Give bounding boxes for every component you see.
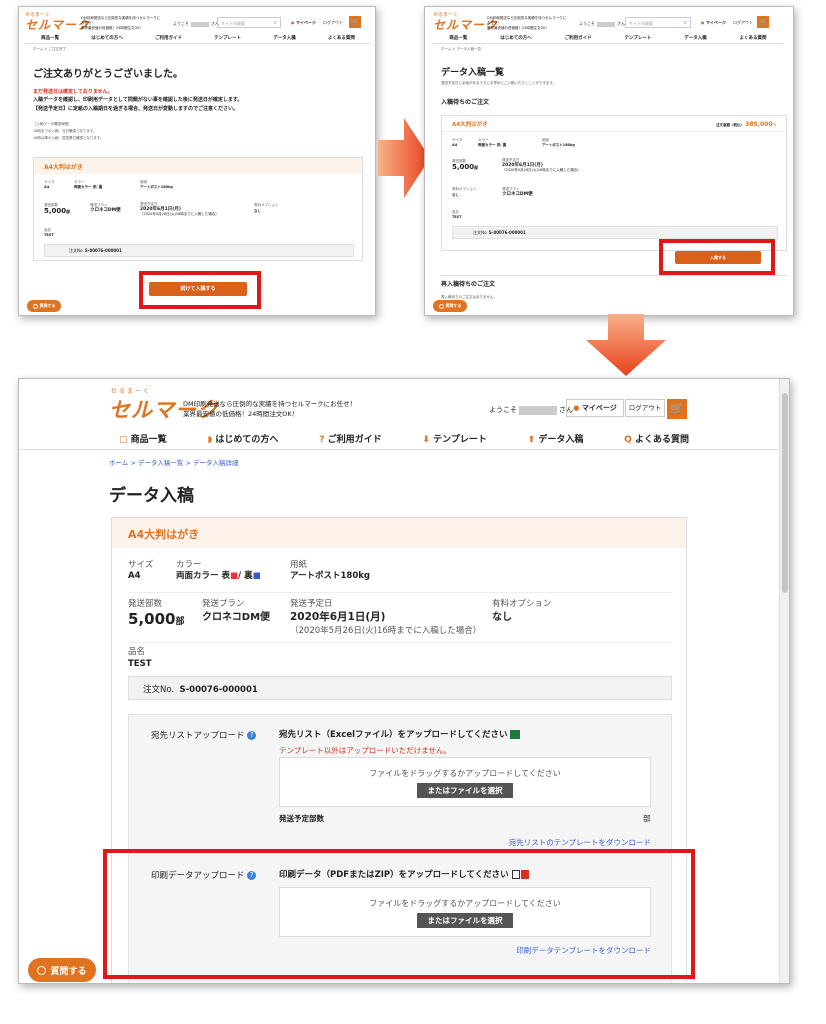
- screenshot-data-upload-detail: せるまーく セルマーク DM印刷発送なら圧倒的な実績を持つセルマークにお任せ！業…: [18, 378, 790, 984]
- section-pending: 入稿待ちのご注文: [441, 99, 490, 106]
- ask-button[interactable]: 質問する: [433, 300, 467, 312]
- logout-link[interactable]: ログアウト: [323, 20, 343, 26]
- header-tagline: DM印刷発送なら圧倒的な実績を持つセルマークにお任せ！ 業界最安値の低価格！24時…: [183, 400, 357, 418]
- screenshot-data-upload-list: せるまーく セルマーク DM印刷発送なら圧倒的な実績を持つセルマークにお任せ！業…: [424, 6, 794, 316]
- scrollbar[interactable]: [779, 379, 789, 983]
- nav-item-data-upload[interactable]: ⬆ データ入稿: [528, 432, 584, 445]
- search-input[interactable]: サイト内検索 ⌕: [217, 17, 281, 28]
- mypage-link[interactable]: ● マイページ: [701, 20, 726, 26]
- help-icon[interactable]: ?: [247, 731, 257, 740]
- ship-date-value: 2020年6月1日(月): [290, 611, 386, 623]
- notice-line-2: 【発送予定日】に定紙の入稿期日を過ぎる場合、発送日が変動しますのでご注意ください…: [33, 106, 239, 112]
- nav-item-data-upload[interactable]: データ入稿: [684, 35, 707, 41]
- nav-item-template[interactable]: ⬇ テンプレート: [422, 432, 486, 445]
- beginner-icon: ◗: [207, 435, 213, 445]
- nav-item-guide[interactable]: ? ご利用ガイド: [319, 432, 381, 445]
- user-icon: ●: [573, 404, 580, 412]
- cart-icon[interactable]: 🛒: [757, 16, 769, 28]
- nav-item-faq[interactable]: よくある質問: [328, 35, 355, 41]
- welcome-text: ようこそ さん: [489, 405, 573, 415]
- nav-item-faq[interactable]: Q よくある質問: [624, 432, 689, 445]
- nav-item-beginners[interactable]: はじめての方へ: [500, 35, 532, 41]
- highlight-box: [659, 239, 775, 275]
- nav-item-template[interactable]: テンプレート: [624, 35, 651, 41]
- order-number-row: 注文No. S-00076-000001: [128, 676, 672, 700]
- order-number-row: 注文No. S-00076-000001: [44, 244, 354, 257]
- scrollbar-thumb[interactable]: [782, 393, 788, 593]
- search-input[interactable]: サイト内検索 ⌕: [625, 17, 691, 28]
- paper-value: アートポスト180kg: [290, 571, 370, 581]
- ask-button[interactable]: 質問する: [27, 300, 61, 312]
- search-icon[interactable]: ⌕: [274, 19, 277, 27]
- qa-icon: Q: [624, 435, 632, 445]
- list-upload-warning: テンプレート以外はアップロードいただけません。: [279, 746, 452, 755]
- welcome-text: ようこそ さん: [173, 21, 219, 27]
- order-total: 注文金額（税込） 385,000円: [716, 121, 776, 128]
- nav-item-faq[interactable]: よくある質問: [740, 35, 767, 41]
- list-choose-file-button[interactable]: またはファイルを選択: [417, 783, 513, 798]
- arrow-right-icon: [378, 118, 430, 198]
- cart-icon[interactable]: 🛒: [667, 399, 687, 419]
- nav-item-products[interactable]: 商品一覧: [41, 35, 59, 41]
- breadcrumb[interactable]: ホーム > データ入稿一覧: [441, 47, 481, 52]
- ship-date-note: （2020年5月26日(火)16時までに入稿した場合）: [290, 626, 482, 636]
- nav-item-guide[interactable]: ご利用ガイド: [155, 35, 182, 41]
- cart-icon[interactable]: 🛒: [349, 16, 361, 28]
- nav-item-beginners[interactable]: ◗ はじめての方へ: [207, 432, 278, 445]
- nav-item-template[interactable]: テンプレート: [214, 35, 241, 41]
- mypage-button[interactable]: ● マイページ: [566, 399, 624, 417]
- breadcrumb[interactable]: ホーム > ご注文完了: [33, 47, 66, 52]
- size-value: A4: [128, 571, 141, 581]
- highlight-box: [103, 849, 695, 979]
- list-upload-label: 宛先リストアップロード ?: [151, 729, 257, 741]
- logout-button[interactable]: ログアウト: [625, 399, 665, 417]
- upload-icon: ⬆: [527, 435, 536, 445]
- ask-question-button[interactable]: 質問する: [28, 958, 96, 982]
- check-time-info: ［入稿データ確認時間］ 16時までの入稿：当日確認となります。 16時以降の入稿：翌…: [33, 122, 104, 140]
- product-name: A4大判はがき: [112, 518, 686, 548]
- global-nav: 商品一覧 はじめての方へ ご利用ガイド テンプレート データ入稿 よくある質問: [433, 35, 783, 41]
- nav-item-beginners[interactable]: はじめての方へ: [91, 35, 123, 41]
- plan-value: クロネコDM便: [202, 612, 271, 623]
- excel-icon: [510, 730, 521, 739]
- screenshot-order-complete: せるまーく セルマーク DM印刷発送なら圧倒的な実績を持つセルマークにお任せ！業…: [18, 6, 376, 316]
- section-reupload: 再入稿待ちのご注文: [441, 281, 496, 288]
- global-nav: 商品一覧 はじめての方へ ご利用ガイド テンプレート データ入稿 よくある質問: [25, 35, 371, 41]
- list-upload-title: 宛先リスト（Excelファイル）をアップロードしてください: [279, 728, 521, 740]
- page-title: データ入稿: [109, 486, 194, 506]
- breadcrumb[interactable]: ホーム > データ入稿一覧 > データ入稿詳細: [109, 457, 238, 467]
- header-tagline: DM印刷発送なら圧倒的な実績を持つセルマークにお任せ！ 業界最安値の低価格！24時…: [81, 16, 161, 30]
- help-icon: ?: [319, 435, 325, 445]
- nav-item-data-upload[interactable]: データ入稿: [273, 35, 296, 41]
- page-title: ご注文ありがとうございました。: [33, 69, 183, 80]
- chat-icon: [37, 965, 47, 975]
- list-drop-zone[interactable]: ファイルをドラッグするかアップロードしてください またはファイルを選択: [279, 757, 651, 807]
- catalog-icon: ▢: [119, 435, 128, 445]
- order-number-row: 注文No. S-00076-000001: [452, 226, 778, 239]
- search-icon[interactable]: ⌕: [684, 19, 687, 27]
- order-card: A4大判はがき 注文金額（税込） 385,000円 サイズ A4 カラー 両面カラー…: [441, 115, 787, 251]
- item-name-value: TEST: [128, 659, 152, 669]
- product-name: A4大判はがき: [34, 158, 362, 174]
- nav-item-products[interactable]: 商品一覧: [449, 35, 467, 41]
- highlight-box: [139, 271, 261, 309]
- notice-red: まだ発送日は確定しておりません。: [33, 89, 113, 95]
- notice-line-1: 入稿データを確認し、印刷用データとして問題がない事を確認した後に発送日が確定しま…: [33, 97, 243, 103]
- order-card: A4大判はがき サイズ A4 カラー 両面カラー 表/ 裏 用紙 アートポスト180k…: [33, 157, 363, 261]
- arrow-down-icon: [586, 314, 666, 376]
- qty-planned-label: 発送予定部数: [279, 814, 324, 823]
- page-title: データ入稿一覧: [441, 68, 505, 78]
- qty-planned-unit: 部: [643, 814, 651, 823]
- option-value: なし: [492, 612, 512, 623]
- color-value: 両面カラー 表■/ 裏■: [176, 571, 261, 581]
- global-nav: ▢ 商品一覧 ◗ はじめての方へ ? ご利用ガイド ⬇ テンプレート ⬆ データ…: [119, 432, 689, 445]
- list-template-download-link[interactable]: 宛先リストのテンプレートをダウンロード: [509, 837, 651, 848]
- download-icon: ⬇: [422, 435, 430, 445]
- logout-link[interactable]: ログアウト: [733, 20, 753, 26]
- mypage-link[interactable]: ● マイページ: [291, 20, 316, 26]
- nav-item-guide[interactable]: ご利用ガイド: [565, 35, 592, 41]
- nav-item-products[interactable]: ▢ 商品一覧: [119, 432, 167, 445]
- qty-value: 5,000部: [128, 610, 185, 628]
